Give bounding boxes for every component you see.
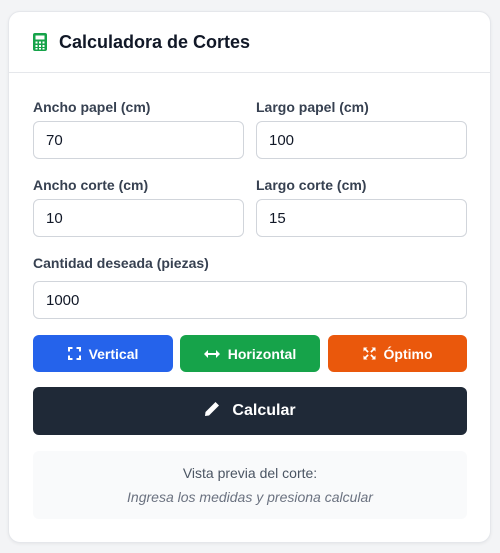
- vertical-button[interactable]: Vertical: [33, 335, 173, 372]
- vertical-button-label: Vertical: [88, 345, 139, 362]
- paper-length-label: Largo papel (cm): [256, 99, 369, 115]
- compress-arrows-icon: [363, 347, 376, 360]
- cut-length-label: Largo corte (cm): [256, 177, 367, 193]
- calculate-button[interactable]: Calcular: [33, 387, 467, 435]
- cut-calculator-card: Calculadora de Cortes Ancho papel (cm) L…: [8, 11, 491, 543]
- paper-length-input[interactable]: [256, 121, 467, 159]
- preview-title: Vista previa del corte:: [182, 465, 318, 481]
- calculate-button-label: Calcular: [232, 402, 296, 419]
- cut-length-input[interactable]: [256, 199, 467, 237]
- calculator-icon: [33, 33, 47, 51]
- cut-width-input[interactable]: [33, 199, 244, 237]
- optimo-button-label: Óptimo: [383, 345, 433, 362]
- paper-width-input[interactable]: [33, 121, 244, 159]
- optimo-button[interactable]: Óptimo: [328, 335, 467, 372]
- card-title: Calculadora de Cortes: [59, 31, 251, 52]
- preview-hint: Ingresa los medidas y presiona calcular: [127, 489, 373, 505]
- cut-width-label: Ancho corte (cm): [33, 177, 149, 193]
- arrows-horizontal-icon: [203, 349, 220, 359]
- horizontal-button-label: Horizontal: [227, 345, 297, 362]
- pencil-icon: [204, 401, 220, 422]
- quantity-label: Cantidad deseada (piezas): [33, 255, 209, 271]
- cut-preview-panel: Vista previa del corte: Ingresa los medi…: [33, 451, 467, 519]
- quantity-input[interactable]: [33, 281, 467, 319]
- horizontal-button[interactable]: Horizontal: [180, 335, 320, 372]
- expand-icon: [67, 347, 81, 360]
- paper-width-label: Ancho papel (cm): [33, 99, 151, 115]
- card-header: Calculadora de Cortes: [9, 12, 490, 73]
